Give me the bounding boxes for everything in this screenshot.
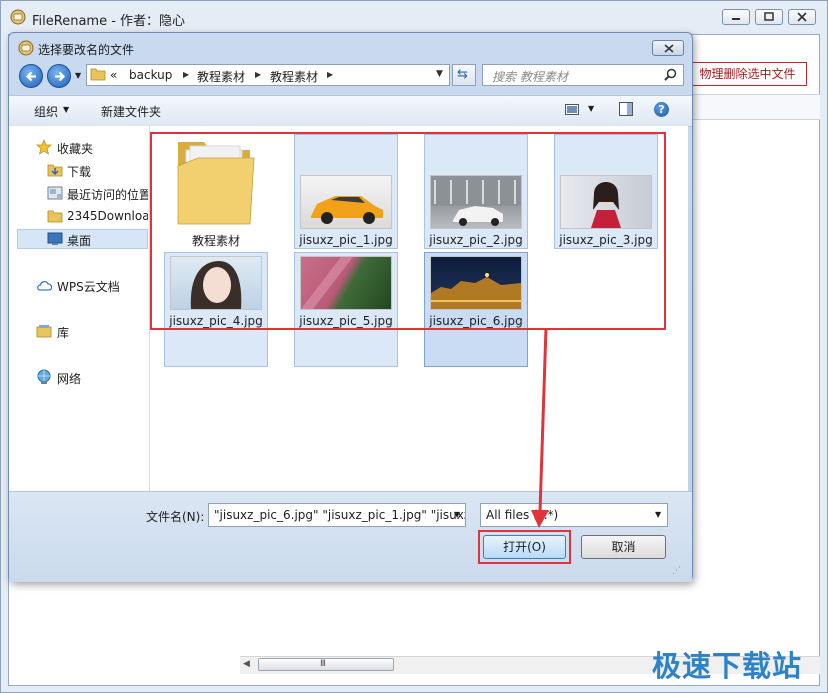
cancel-button[interactable]: 取消	[581, 535, 666, 559]
search-input[interactable]: 搜索 教程素材	[482, 64, 684, 86]
recent-locations-dropdown-icon[interactable]: ▼	[75, 71, 81, 80]
address-dropdown-icon[interactable]: ▼	[436, 69, 443, 79]
dialog-title: 选择要改名的文件	[38, 43, 135, 57]
dialog-close-button[interactable]	[652, 40, 684, 56]
open-button[interactable]: 打开(O)	[483, 535, 566, 559]
navigation-pane	[9, 126, 150, 491]
scrollbar-grip-icon: III	[320, 659, 326, 669]
star-icon	[36, 139, 52, 155]
desktop-icon	[47, 232, 63, 245]
preview-pane-icon[interactable]	[619, 102, 633, 116]
chevron-down-icon[interactable]: ▼	[655, 510, 661, 519]
chevron-down-icon[interactable]: ▼	[588, 104, 594, 113]
breadcrumb-folder-2[interactable]: 教程素材	[270, 68, 318, 85]
library-icon	[36, 325, 52, 338]
forward-arrow-icon	[55, 71, 66, 82]
file-type-select[interactable]: All files (*.*)	[480, 503, 668, 527]
minimize-button[interactable]	[722, 9, 750, 25]
organize-menu[interactable]: 组织	[34, 103, 58, 120]
cloud-icon	[37, 281, 53, 291]
sidebar-item-downloads[interactable]: 下载	[67, 163, 91, 180]
selection-highlight-frame	[150, 132, 666, 330]
chevron-down-icon[interactable]: ▼	[454, 510, 460, 519]
maximize-icon	[764, 12, 774, 21]
close-icon	[664, 44, 674, 53]
breadcrumb-arrow-icon[interactable]: ▶	[255, 70, 261, 79]
network-icon	[37, 369, 51, 384]
chevron-down-icon[interactable]: ▼	[63, 105, 69, 114]
sidebar-network[interactable]: 网络	[57, 370, 81, 387]
app-close-button[interactable]	[788, 9, 816, 25]
sidebar-item-desktop[interactable]: 桌面	[67, 232, 91, 249]
back-button[interactable]	[19, 64, 43, 88]
watermark: 极速下载站	[652, 649, 803, 683]
app-list-header	[692, 94, 820, 120]
minimize-icon	[732, 18, 740, 20]
folder-icon	[90, 68, 106, 81]
download-folder-icon	[47, 164, 63, 177]
resize-grip-icon[interactable]: ⋰	[672, 566, 681, 576]
app-title: FileRename - 作者：隐心	[32, 14, 186, 29]
sidebar-item-recent[interactable]: 最近访问的位置	[67, 186, 148, 203]
maximize-button[interactable]	[755, 9, 783, 25]
physical-delete-button[interactable]: 物理删除选中文件	[688, 62, 807, 86]
sidebar-favorites[interactable]: 收藏夹	[57, 140, 93, 157]
refresh-icon: ⇆	[457, 67, 468, 82]
close-icon	[797, 12, 807, 22]
breadcrumb-arrow-icon[interactable]: ▶	[183, 70, 189, 79]
app-icon	[10, 9, 26, 25]
forward-button[interactable]	[47, 64, 71, 88]
recent-places-icon	[47, 186, 63, 200]
view-mode-icon[interactable]	[565, 104, 579, 115]
breadcrumb-overflow[interactable]: «	[110, 68, 117, 82]
sidebar-item-2345downloads[interactable]: 2345Downloads	[67, 209, 148, 223]
breadcrumb-folder-1[interactable]: 教程素材	[197, 68, 245, 85]
back-arrow-icon	[25, 71, 36, 82]
sidebar-libraries[interactable]: 库	[57, 324, 69, 341]
breadcrumb-arrow-icon[interactable]: ▶	[327, 70, 333, 79]
folder-icon	[47, 210, 63, 223]
scrollbar-thumb[interactable]	[258, 658, 394, 671]
help-icon[interactable]: ?	[654, 102, 669, 117]
search-icon[interactable]	[664, 68, 677, 81]
dialog-icon	[18, 40, 34, 56]
sidebar-wps-cloud[interactable]: WPS云文档	[57, 278, 120, 295]
filename-input[interactable]: "jisuxz_pic_6.jpg" "jisuxz_pic_1.jpg" "j…	[208, 503, 466, 527]
scroll-left-arrow-icon[interactable]: ◀	[243, 659, 250, 669]
filename-label: 文件名(N):	[146, 510, 205, 524]
breadcrumb-backup[interactable]: backup	[129, 68, 172, 82]
new-folder-button[interactable]: 新建文件夹	[101, 103, 161, 120]
